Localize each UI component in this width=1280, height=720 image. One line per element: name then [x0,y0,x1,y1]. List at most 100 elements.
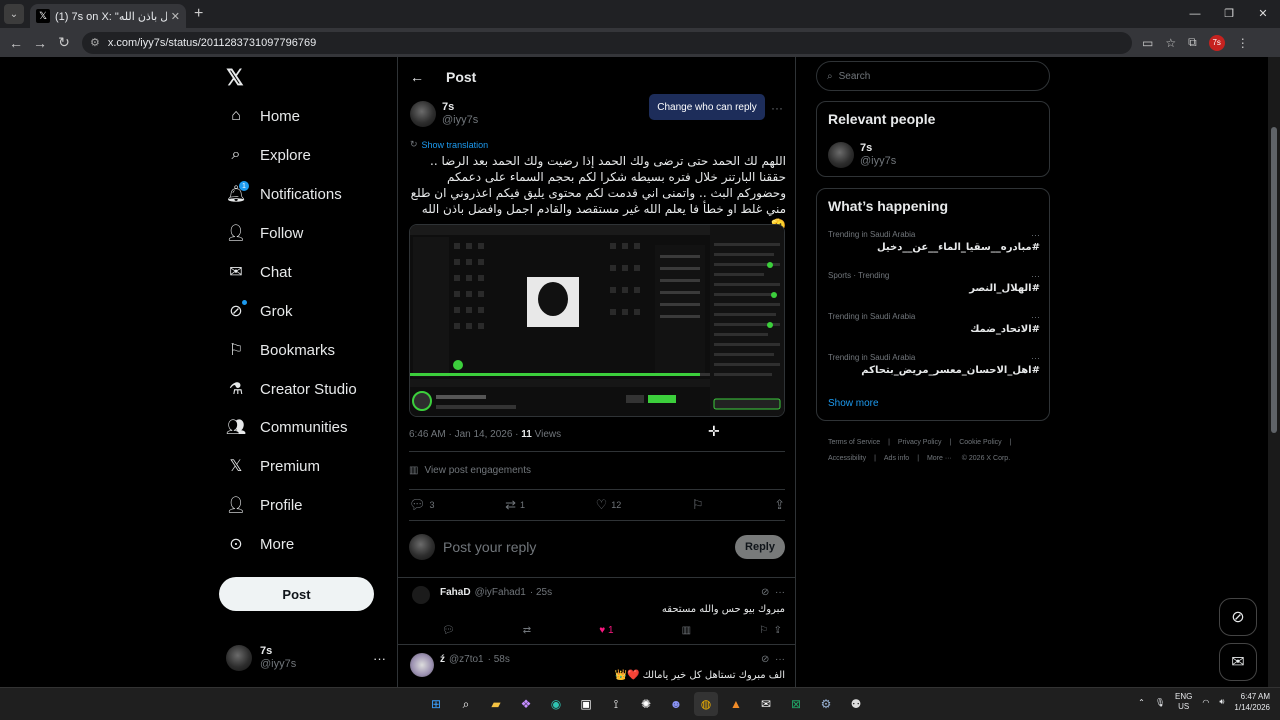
post-media[interactable] [409,224,785,417]
windows-start-icon[interactable]: ⊞ [424,692,448,716]
reload-button[interactable]: ↻ [52,34,76,51]
person-name[interactable]: 7s [860,142,896,155]
extensions-icon[interactable]: ⧉ [1188,35,1197,50]
cast-icon[interactable]: ▭ [1142,36,1153,50]
nav-item-grok[interactable]: ⊘ Grok [226,296,293,326]
page-scrollbar[interactable] [1268,57,1280,687]
more-dots-icon[interactable]: ··· [1031,230,1040,240]
footer-link[interactable]: More ··· [927,455,952,462]
profile-avatar[interactable]: 7s [1208,34,1225,51]
site-info-icon[interactable]: ⚙ [90,36,100,49]
author-handle[interactable]: @iyy7s [442,114,478,127]
more-dots-icon[interactable]: ··· [1031,271,1040,281]
reply-icon[interactable]: 💬︎ [442,625,455,636]
search-input[interactable]: ⌕ Search [816,61,1050,91]
footer-link[interactable]: Ads info [884,455,909,462]
game-icon[interactable]: ✉ [754,692,778,716]
grok-icon[interactable]: ⊘ [761,654,769,665]
show-more-link[interactable]: Show more [828,398,879,409]
vlc-icon[interactable]: ▲ [724,692,748,716]
new-tab-button[interactable]: + [194,5,203,23]
bookmark-icon[interactable]: ⚐ ⇪ [759,625,782,636]
repost-action[interactable]: ⇄ 1 [505,497,525,513]
wifi-icon[interactable]: ◠ [1202,698,1209,707]
microphone-icon[interactable]: 🎙︎ [1155,698,1165,707]
repost-icon[interactable]: ⇄ [523,625,531,636]
address-bar[interactable]: ⚙ x.com/iyy7s/status/2011283731097796769 [82,31,1132,54]
nav-item-home[interactable]: ⌂ Home [226,101,300,131]
show-translation-link[interactable]: ↻ Show translation [410,139,488,150]
post-author[interactable]: 7s @iyy7s [410,101,478,127]
like-action[interactable]: ♥ 1 [599,625,613,636]
nav-item-explore[interactable]: ⌕ Explore [226,140,311,170]
account-switcher[interactable]: 7s @iyy7s ··· [226,643,386,673]
footer-link[interactable]: Cookie Policy [959,439,1001,446]
reply-author-handle[interactable]: @iyFahad1 [475,587,526,598]
app-icon[interactable]: ⚉ [844,692,868,716]
x-logo-icon[interactable]: 𝕏 [226,65,244,91]
file-explorer-icon[interactable]: ▰ [484,692,508,716]
avatar[interactable] [410,101,436,127]
reply-input[interactable]: Post your reply [443,539,536,555]
nav-item-chat[interactable]: ✉ Chat [226,257,291,287]
nav-item-profile[interactable]: 👤︎ Profile [226,490,303,520]
tab-close-icon[interactable]: ✕ [171,10,180,23]
close-window-button[interactable]: ✕ [1246,0,1280,28]
tab-search-button[interactable]: ⌄ [4,4,24,24]
back-button[interactable]: ← [4,35,28,51]
openai-icon[interactable]: ✺ [634,692,658,716]
language-indicator[interactable]: ENG US [1175,692,1192,712]
nav-item-bookmarks[interactable]: ⚐ Bookmarks [226,335,335,365]
forward-button[interactable]: → [28,35,52,51]
footer-link[interactable]: Privacy Policy [898,439,942,446]
chevron-up-icon[interactable]: ⌃ [1138,698,1145,707]
trend-item[interactable]: Sports · Trending ··· #الهلال_النصر [828,271,1040,294]
browser-menu-icon[interactable]: ⋮ [1237,36,1249,50]
relevant-person[interactable]: 7s @iyy7s [828,142,896,168]
share-action[interactable]: ⇪ [774,497,785,513]
nav-item-creator-studio[interactable]: ⚗ Creator Studio [226,374,357,404]
discord-icon[interactable]: ☻ [664,692,688,716]
minimize-button[interactable]: — [1178,0,1212,28]
more-dots-icon[interactable]: ··· [775,654,785,665]
author-name[interactable]: 7s [442,101,478,114]
copilot-icon[interactable]: ❖ [514,692,538,716]
view-engagements-link[interactable]: ▥ View post engagements [409,465,531,476]
nav-item-communities[interactable]: 👥︎ Communities [226,412,348,442]
maximize-button[interactable]: ❐ [1212,0,1246,28]
like-action[interactable]: ♡ 12 [596,497,622,513]
back-arrow-icon[interactable]: ← [410,69,424,85]
more-dots-icon[interactable]: ··· [775,587,785,598]
scrollbar-thumb[interactable] [1271,127,1277,433]
person-handle[interactable]: @iyy7s [860,155,896,168]
nav-item-follow[interactable]: 👤︎ Follow [226,218,304,248]
more-dots-icon[interactable]: ··· [1031,353,1040,363]
bookmark-action[interactable]: ⚐ [692,497,704,513]
browser-tab[interactable]: 𝕏 (1) 7s on X: "اجمل وافضل باذن الله" ✕ [30,4,186,28]
volume-icon[interactable]: 🔊︎ [1219,697,1224,707]
reply-author-name[interactable]: ź [440,654,445,665]
trend-item[interactable]: Trending in Saudi Arabia ··· #اهل_الاحسا… [828,353,1040,376]
chart-icon[interactable]: ▥ [682,625,691,636]
reply-button[interactable]: Reply [735,535,785,559]
chrome-icon[interactable]: ◍ [694,692,718,716]
nav-item-more[interactable]: ⊙ More [226,529,294,559]
footer-link[interactable]: Accessibility [828,455,866,462]
more-dots-icon[interactable]: ··· [771,101,783,115]
trend-item[interactable]: Trending in Saudi Arabia ··· #مبادره__سق… [828,230,1040,253]
store-icon[interactable]: ▣ [574,692,598,716]
grok-floating-button[interactable]: ⊘ [1219,598,1257,636]
more-dots-icon[interactable]: ··· [373,651,386,666]
more-dots-icon[interactable]: ··· [1031,312,1040,322]
steam-icon[interactable]: ⚙ [814,692,838,716]
bookmark-star-icon[interactable]: ☆ [1165,36,1176,50]
nav-item-premium[interactable]: 𝕏 Premium [226,451,320,481]
avatar[interactable] [412,586,430,604]
clock[interactable]: 6:47 AM 1/14/2026 [1234,691,1270,713]
search-icon[interactable]: ⌕ [454,692,478,716]
avatar[interactable] [410,653,434,677]
reply-item[interactable]: ź @z7to1 · 58s ⊘ ··· الف مبروك تستاهل كل… [398,644,795,687]
nav-item-notifications[interactable]: 🔔︎ 1 Notifications [226,179,342,209]
reply-author-name[interactable]: FahaD [440,587,471,598]
excel-icon[interactable]: ⊠ [784,692,808,716]
